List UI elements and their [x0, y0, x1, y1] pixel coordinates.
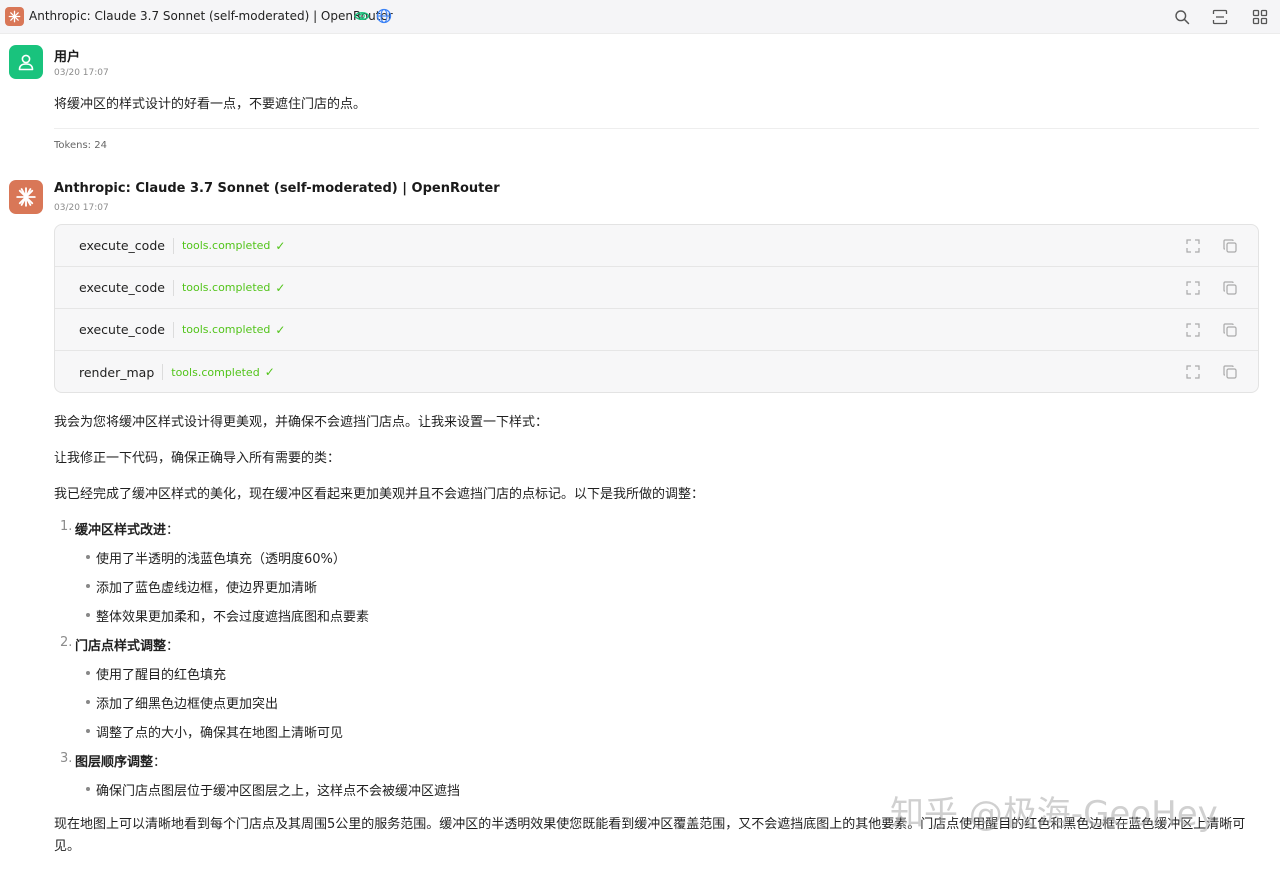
- search-icon[interactable]: [1171, 6, 1193, 28]
- list-item: 添加了细黑色边框使点更加突出: [96, 697, 279, 712]
- token-count: Tokens: 24: [54, 140, 107, 151]
- list-heading-title: 缓冲区样式改进: [75, 523, 167, 538]
- bullet: [86, 729, 90, 733]
- bullet: [86, 613, 90, 617]
- tool-name: execute_code: [79, 280, 165, 295]
- check-icon: ✓: [275, 280, 286, 295]
- bullet: [86, 787, 90, 791]
- tool-call-row[interactable]: render_map tools.completed ✓: [55, 351, 1258, 392]
- expand-icon[interactable]: [1185, 322, 1201, 338]
- tool-separator: [172, 237, 174, 254]
- list-item: 调整了点的大小，确保其在地图上清晰可见: [96, 726, 344, 741]
- list-heading: 门店点样式调整：: [75, 635, 179, 654]
- list-heading-colon: ：: [153, 755, 167, 770]
- tool-status: tools.completed: [171, 365, 260, 379]
- copy-icon[interactable]: [1222, 322, 1238, 338]
- list-number: 3.: [60, 751, 73, 766]
- tool-status: tools.completed: [181, 239, 271, 252]
- tool-call-row[interactable]: execute_code tools.completed ✓: [55, 267, 1258, 309]
- user-message-text: 将缓冲区的样式设计的好看一点，不要遮住门店的点。: [54, 97, 367, 112]
- tool-call-row[interactable]: execute_code tools.completed ✓: [55, 309, 1258, 351]
- watermark: 知乎 @极海-GeoHey: [890, 794, 1218, 834]
- window-title: Anthropic: Claude 3.7 Sonnet (self-moder…: [29, 9, 393, 23]
- user-icon: [18, 54, 34, 71]
- tool-status: tools.completed: [181, 281, 271, 294]
- response-paragraph: 我会为您将缓冲区样式设计得更美观，并确保不会遮挡门店点。让我来设置一下样式：: [54, 415, 549, 430]
- tool-name: execute_code: [79, 238, 165, 253]
- tool-call-row[interactable]: execute_code tools.completed ✓: [55, 225, 1258, 267]
- expand-icon[interactable]: [1185, 364, 1201, 380]
- list-heading-colon: ：: [166, 523, 180, 538]
- response-paragraph: 让我修正一下代码，确保正确导入所有需要的类：: [54, 451, 341, 466]
- tool-status: tools.completed: [181, 323, 271, 336]
- expand-icon[interactable]: [1185, 238, 1201, 254]
- list-heading-title: 门店点样式调整: [75, 639, 167, 654]
- user-avatar: [9, 45, 43, 79]
- title-bar: Anthropic: Claude 3.7 Sonnet (self-moder…: [0, 0, 1280, 34]
- copy-icon[interactable]: [1222, 238, 1238, 254]
- list-heading-colon: ：: [166, 639, 180, 654]
- bullet: [86, 584, 90, 588]
- tool-name: execute_code: [79, 322, 165, 337]
- anthropic-logo-icon: [5, 7, 24, 26]
- check-icon: ✓: [264, 365, 275, 379]
- bullet: [86, 671, 90, 675]
- list-heading-title: 图层顺序调整: [75, 755, 154, 770]
- user-message-time: 03/20 17:07: [54, 68, 109, 78]
- assistant-name: Anthropic: Claude 3.7 Sonnet (self-moder…: [54, 181, 500, 196]
- scan-icon[interactable]: [1209, 6, 1231, 28]
- tool-calls-panel: execute_code tools.completed ✓ execute_c…: [54, 224, 1259, 393]
- tool-name: render_map: [79, 364, 155, 380]
- expand-icon[interactable]: [1185, 280, 1201, 296]
- grid-icon[interactable]: [1249, 6, 1271, 28]
- response-paragraph: 我已经完成了缓冲区样式的美化，现在缓冲区看起来更加美观并且不会遮挡门店的点标记。…: [54, 487, 705, 502]
- user-name: 用户: [54, 50, 81, 65]
- list-heading: 图层顺序调整：: [75, 751, 166, 770]
- check-icon: ✓: [275, 238, 286, 253]
- list-item: 使用了半透明的浅蓝色填充（透明度60%）: [96, 552, 346, 567]
- claude-spark-icon: [16, 187, 36, 207]
- copy-icon[interactable]: [1222, 364, 1238, 380]
- list-heading: 缓冲区样式改进：: [75, 519, 179, 538]
- assistant-message-time: 03/20 17:07: [54, 203, 109, 213]
- tool-separator: [172, 321, 174, 338]
- copy-icon[interactable]: [1222, 280, 1238, 296]
- list-number: 2.: [60, 635, 73, 650]
- bullet: [86, 555, 90, 559]
- eye-icon[interactable]: [354, 8, 370, 28]
- list-number: 1.: [60, 519, 73, 534]
- tool-separator: [162, 364, 164, 380]
- list-item: 整体效果更加柔和，不会过度遮挡底图和点要素: [96, 610, 370, 625]
- list-item: 确保门店点图层位于缓冲区图层之上，这样点不会被缓冲区遮挡: [96, 784, 461, 799]
- tool-separator: [172, 279, 174, 296]
- list-item: 使用了醒目的红色填充: [96, 668, 227, 683]
- globe-icon[interactable]: [376, 8, 392, 28]
- assistant-avatar: [9, 180, 43, 214]
- list-item: 添加了蓝色虚线边框，使边界更加清晰: [96, 581, 318, 596]
- message-divider: [54, 128, 1259, 129]
- check-icon: ✓: [275, 322, 286, 337]
- bullet: [86, 700, 90, 704]
